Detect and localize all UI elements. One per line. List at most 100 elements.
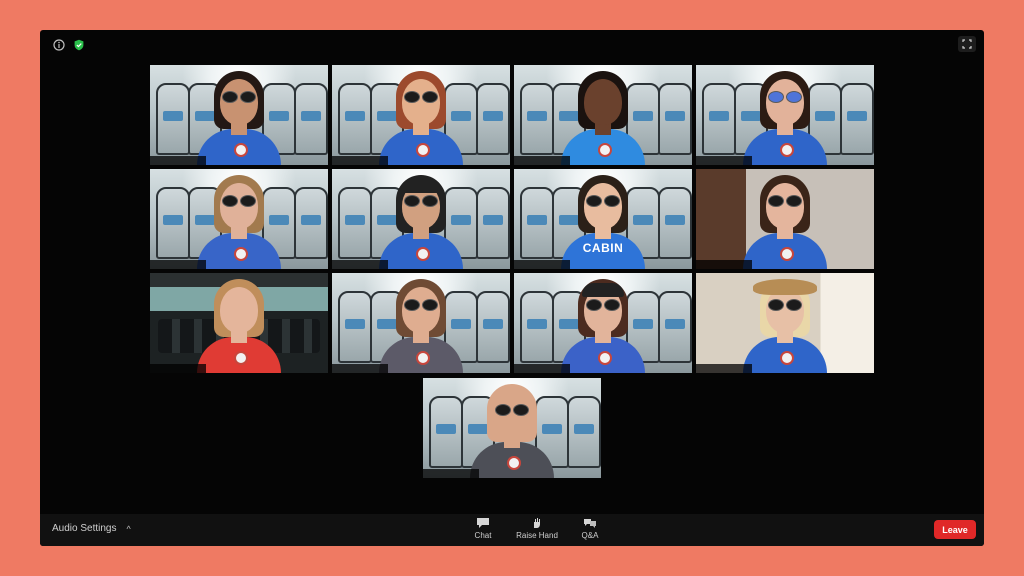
participant-face — [220, 287, 258, 333]
participant-name-bar — [150, 364, 206, 373]
cabin-seat — [156, 187, 190, 259]
sunglasses-icon — [768, 299, 802, 311]
raise-hand-label: Raise Hand — [516, 531, 558, 540]
participant-name-bar — [332, 156, 388, 165]
participant-video-tile[interactable] — [514, 65, 692, 165]
cabin-seat — [338, 83, 372, 155]
qa-button[interactable]: Q&A — [563, 517, 617, 545]
cabin-seat — [294, 83, 328, 155]
shirt-logo-icon — [416, 247, 430, 261]
chat-button[interactable]: Chat — [456, 517, 510, 545]
participant-video-tile[interactable] — [423, 378, 601, 478]
participant-video — [189, 69, 289, 165]
shirt-logo-icon — [598, 143, 612, 157]
shirt-logo-icon — [234, 143, 248, 157]
cabin-seat — [520, 187, 554, 259]
sunglasses-icon — [222, 91, 256, 103]
participant-name-bar — [514, 260, 570, 269]
cabin-seat — [429, 396, 463, 468]
participant-name-bar — [332, 364, 388, 373]
shirt-logo-icon — [234, 247, 248, 261]
sunglasses-icon — [768, 91, 802, 103]
cabin-seat — [658, 291, 692, 363]
leave-button[interactable]: Leave — [934, 520, 976, 539]
cabin-seat — [840, 83, 874, 155]
video-gallery: CABIN — [40, 30, 984, 514]
cabin-seat — [520, 83, 554, 155]
hand-icon — [534, 518, 540, 528]
cap-icon — [400, 179, 442, 193]
participant-video — [189, 277, 289, 373]
participant-video-tile[interactable] — [332, 169, 510, 269]
participant-video — [553, 277, 653, 373]
shirt-logo-icon — [416, 351, 430, 365]
raise-hand-button[interactable]: Raise Hand — [510, 517, 564, 545]
shirt-logo-icon — [780, 143, 794, 157]
shirt-logo-icon — [780, 351, 794, 365]
qa-icon — [584, 519, 596, 528]
cabin-seat — [520, 291, 554, 363]
participant-video-tile[interactable] — [696, 273, 874, 373]
participant-name-bar — [332, 260, 388, 269]
participant-face — [584, 79, 622, 125]
sunglasses-icon — [222, 195, 256, 207]
cabin-seat — [338, 187, 372, 259]
participant-video — [371, 69, 471, 165]
participant-video — [735, 173, 835, 269]
sunglasses-icon — [586, 299, 620, 311]
shirt-text: CABIN — [582, 241, 624, 255]
participant-video — [371, 277, 471, 373]
shirt-logo-icon — [234, 351, 248, 365]
participant-video: CABIN — [553, 173, 653, 269]
shirt-logo-icon — [598, 351, 612, 365]
participant-video-tile[interactable] — [696, 169, 874, 269]
cabin-seat — [658, 187, 692, 259]
participant-video-tile[interactable] — [332, 65, 510, 165]
participant-video — [735, 69, 835, 165]
sunglasses-icon — [404, 195, 438, 207]
sunglasses-icon — [495, 404, 529, 416]
participant-video-tile[interactable] — [150, 273, 328, 373]
cabin-seat — [476, 187, 510, 259]
chat-icon — [477, 518, 489, 528]
shirt-logo-icon — [416, 143, 430, 157]
cabin-seat — [567, 396, 601, 468]
sunglasses-icon — [404, 299, 438, 311]
sunglasses-icon — [404, 91, 438, 103]
participant-name-bar — [696, 156, 752, 165]
chat-label: Chat — [474, 531, 492, 540]
participant-video-tile[interactable] — [150, 169, 328, 269]
cabin-seat — [702, 83, 736, 155]
participant-name-bar — [696, 364, 752, 373]
cabin-seat — [294, 187, 328, 259]
participant-video-tile[interactable] — [150, 65, 328, 165]
zoom-window: CABIN Audio Settings ^ Chat Raise Hand Q… — [40, 30, 984, 546]
audio-settings-button[interactable]: Audio Settings ^ — [52, 523, 131, 534]
cabin-seat — [476, 83, 510, 155]
cabin-seat — [156, 83, 190, 155]
participant-video-tile[interactable] — [514, 273, 692, 373]
audio-settings-label: Audio Settings — [52, 523, 117, 534]
hat-icon — [753, 279, 817, 295]
shirt-logo-icon — [780, 247, 794, 261]
participant-name-bar — [514, 364, 570, 373]
participant-name-bar — [150, 260, 206, 269]
shirt-logo-icon — [507, 456, 521, 470]
participant-video-tile[interactable]: CABIN — [514, 169, 692, 269]
participant-name-bar — [514, 156, 570, 165]
participant-video — [553, 69, 653, 165]
cabin-seat — [658, 83, 692, 155]
participant-name-bar — [696, 260, 752, 269]
participant-video-tile[interactable] — [696, 65, 874, 165]
qa-label: Q&A — [581, 531, 599, 540]
sunglasses-icon — [768, 195, 802, 207]
cap-icon — [582, 283, 624, 297]
meeting-toolbar: Audio Settings ^ Chat Raise Hand Q&A Lea… — [40, 514, 984, 546]
cabin-seat — [476, 291, 510, 363]
participant-name-bar — [150, 156, 206, 165]
participant-name-bar — [423, 469, 479, 478]
participant-video — [735, 277, 835, 373]
chevron-up-icon: ^ — [126, 523, 131, 534]
participant-video-tile[interactable] — [332, 273, 510, 373]
participant-video — [462, 382, 562, 478]
